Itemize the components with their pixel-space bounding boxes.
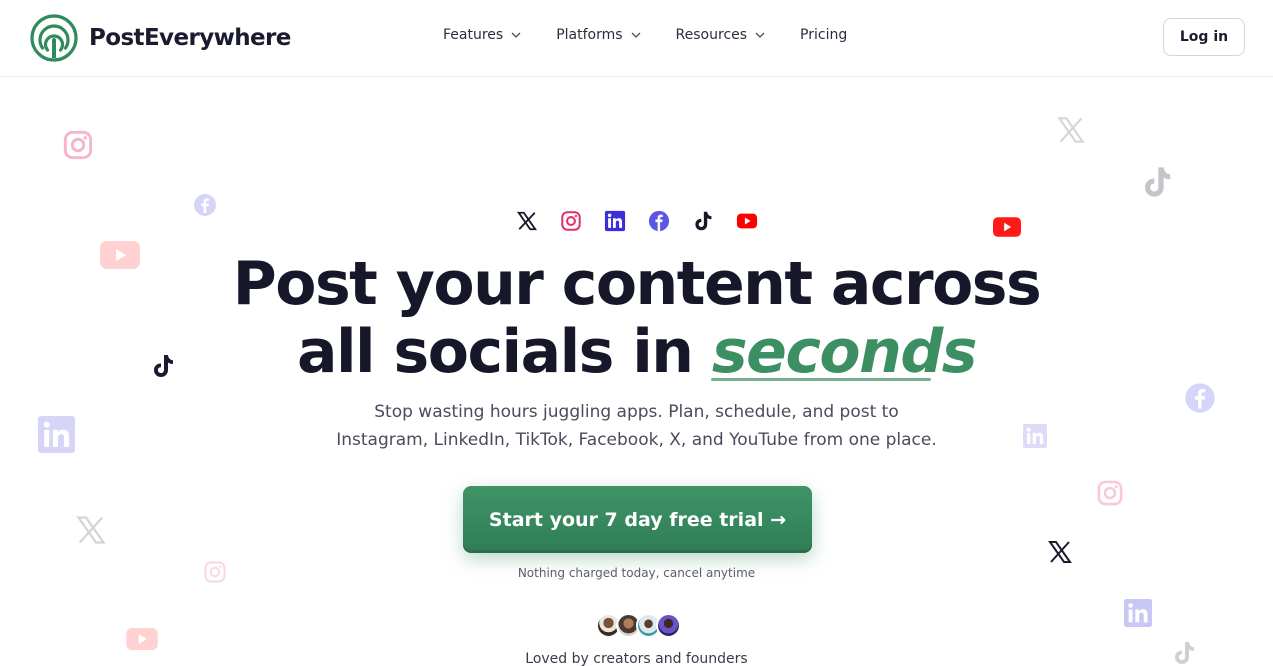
hero-headline-accent: seconds xyxy=(711,317,978,387)
tiktok-icon xyxy=(1141,164,1173,200)
hero-headline-prefix: all socials in xyxy=(297,317,694,387)
hero-headline-line1: Post your content across xyxy=(232,249,1042,319)
brand-logo[interactable]: PostEverywhere xyxy=(30,14,291,62)
chevron-down-icon xyxy=(511,32,521,38)
instagram-icon xyxy=(1096,479,1124,507)
x-icon xyxy=(1057,116,1085,144)
x-icon xyxy=(516,210,538,232)
hero-platform-icons xyxy=(516,210,758,232)
nav-resources[interactable]: Resources xyxy=(676,27,767,43)
nav-platforms[interactable]: Platforms xyxy=(556,27,641,43)
youtube-icon xyxy=(126,628,158,650)
instagram-icon xyxy=(560,210,582,232)
chevron-down-icon xyxy=(631,32,641,38)
nav-resources-label: Resources xyxy=(675,27,748,43)
facebook-icon xyxy=(648,210,670,232)
hero-headline-line2: all socials in seconds xyxy=(0,318,1273,386)
hero-subtitle-line2: Instagram, LinkedIn, TikTok, Facebook, X… xyxy=(336,430,937,450)
social-proof-text: Loved by creators and founders xyxy=(525,651,748,666)
linkedin-icon xyxy=(604,210,626,232)
login-button[interactable]: Log in xyxy=(1163,18,1245,56)
instagram-icon xyxy=(62,129,94,161)
x-icon xyxy=(1048,540,1072,564)
broadcast-logo-icon xyxy=(30,14,78,62)
cta-note: Nothing charged today, cancel anytime xyxy=(517,566,756,580)
nav-pricing-label: Pricing xyxy=(800,27,848,43)
creator-avatars xyxy=(596,613,681,638)
x-icon xyxy=(76,515,106,545)
linkedin-icon xyxy=(1124,599,1152,627)
nav-features[interactable]: Features xyxy=(443,27,522,43)
accent-underline xyxy=(711,378,931,381)
nav-platforms-label: Platforms xyxy=(556,27,623,43)
main-nav: Features Platforms Resources Pricing xyxy=(443,27,847,43)
facebook-icon xyxy=(193,193,217,217)
tiktok-icon xyxy=(692,210,714,232)
start-trial-button[interactable]: Start your 7 day free trial → xyxy=(463,486,812,553)
brand-name: PostEverywhere xyxy=(89,25,291,51)
nav-features-label: Features xyxy=(443,27,504,43)
avatar xyxy=(656,613,681,638)
youtube-icon xyxy=(736,210,758,232)
hero-subtitle-line1: Stop wasting hours juggling apps. Plan, … xyxy=(374,402,899,422)
nav-pricing[interactable]: Pricing xyxy=(800,27,847,43)
site-header: PostEverywhere Features Platforms Resour… xyxy=(0,0,1273,77)
youtube-icon xyxy=(993,216,1021,238)
chevron-down-icon xyxy=(755,32,765,38)
